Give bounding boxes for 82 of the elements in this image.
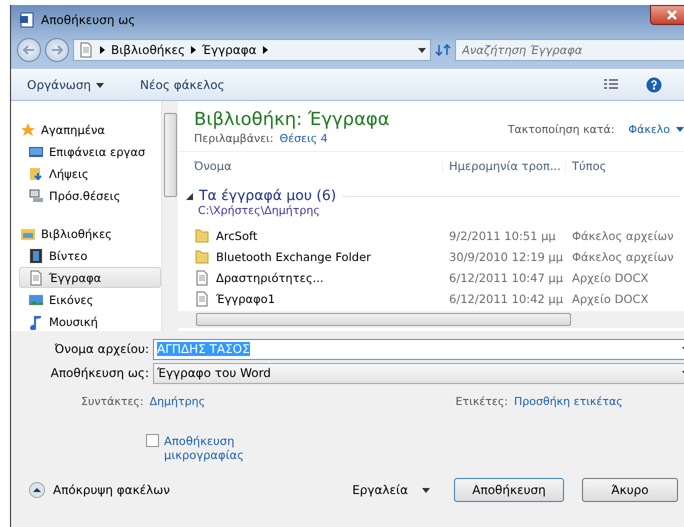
authors-link[interactable]: Δημήτρης (150, 395, 450, 408)
new-folder-button[interactable]: Νέος φάκελος (136, 76, 229, 94)
sidebar-item[interactable]: Λήψεις (19, 163, 161, 184)
file-name[interactable]: ArcSoft (178, 228, 443, 244)
help-icon[interactable] (646, 77, 662, 93)
sidebar-item[interactable]: Έγγραφα (19, 267, 161, 288)
file-name[interactable]: Bluetooth Exchange Folder (178, 248, 443, 264)
folder-path[interactable]: C:\Χρήστες\Δημήτρης (178, 204, 684, 217)
caret-icon (418, 48, 426, 52)
column-header[interactable]: Τύπος (566, 159, 684, 173)
sidebar-item[interactable]: Μουσική (19, 311, 161, 331)
sidebar-item[interactable]: Επιφάνεια εργασ (19, 141, 161, 162)
date-cell-text: 6/12/2011 10:42 μμ (448, 292, 564, 306)
address-bar[interactable]: Βιβλιοθήκες Έγγραφα (73, 39, 431, 61)
date-cell-text: 9/2/2011 10:51 μμ (448, 228, 557, 242)
group-title[interactable]: Τα έγγραφά μου (6) (199, 188, 336, 204)
locations-link[interactable]: Θέσεις 4 (279, 132, 328, 145)
star-icon (20, 122, 36, 138)
save-type-label: Αποθήκευση ως: (50, 366, 150, 380)
type-cell-text: Φάκελος αρχείων (571, 250, 675, 264)
sidebar-item[interactable]: Βίντεο (19, 245, 161, 266)
sidebar-group[interactable]: Αγαπημένα (19, 119, 161, 140)
forward-button[interactable] (45, 38, 69, 62)
music-note-icon (28, 314, 44, 330)
chevron-right-icon (191, 46, 196, 54)
computer-icon (28, 188, 44, 204)
arrow-right-icon (51, 45, 63, 55)
sidebar-group[interactable]: Βιβλιοθήκες (19, 223, 161, 244)
breadcrumb-item[interactable]: Έγγραφα (202, 43, 257, 57)
caret-icon (422, 488, 430, 492)
organize-button[interactable]: Οργάνωση (23, 76, 108, 94)
caret-icon (96, 82, 104, 88)
document-icon (194, 270, 210, 286)
save-type-dropdown[interactable]: Έγγραφο του Word (153, 362, 684, 384)
window-title: Αποθήκευση ως (41, 13, 136, 27)
arrange-label: Τακτοποίηση κατά: (508, 123, 614, 136)
column-header[interactable]: Ημερομηνία τροπ... (443, 159, 566, 173)
view-list-icon[interactable] (604, 79, 618, 91)
library-title: Βιβλιοθήκη: Έγγραφα (194, 109, 390, 130)
document-icon (28, 270, 44, 286)
type-cell-text: Φάκελος αρχείων (571, 228, 675, 242)
folder-download-icon (28, 166, 44, 182)
authors-label: Συντάκτες: (81, 395, 144, 408)
save-button[interactable]: Αποθήκευση (454, 478, 564, 502)
filename-label: Όνομα αρχείου: (54, 342, 150, 356)
thumbnail-label[interactable]: Αποθήκευση μικρογραφίας (164, 434, 254, 462)
document-icon (78, 42, 94, 58)
type-cell-text: Αρχείο DOCX (571, 292, 650, 306)
scrollbar[interactable] (161, 101, 178, 331)
close-icon (667, 10, 677, 20)
includes-label: Περιλαμβάνει: (194, 132, 274, 145)
word-document-icon (19, 12, 35, 28)
folder-icon (194, 248, 210, 264)
type-cell-text: Αρχείο DOCX (571, 270, 650, 284)
collapse-icon[interactable] (186, 192, 193, 200)
horizontal-scrollbar[interactable] (178, 311, 684, 328)
tags-label: Ετικέτες: (456, 395, 508, 408)
collapse-icon[interactable] (29, 482, 45, 498)
back-button[interactable] (17, 38, 41, 62)
cancel-button[interactable]: Άκυρο (582, 478, 678, 502)
file-name[interactable]: Δραστηριότητες... (178, 270, 443, 286)
chevron-right-icon (100, 46, 105, 54)
refresh-icon[interactable] (435, 43, 451, 57)
thumbnail-checkbox[interactable] (146, 434, 159, 447)
close-button[interactable] (650, 5, 684, 25)
file-name[interactable]: Έγγραφο1 (178, 290, 443, 306)
tags-link[interactable]: Προσθήκη ετικέτας (514, 395, 623, 408)
date-cell-text: 30/9/2010 12:19 μμ (448, 250, 564, 264)
folder-icon (194, 228, 210, 244)
sidebar-item[interactable]: Εικόνες (19, 289, 161, 310)
tools-button[interactable]: Εργαλεία (348, 481, 434, 499)
caret-icon (676, 127, 684, 132)
document-icon (194, 290, 210, 306)
chevron-right-icon (262, 46, 268, 54)
arrange-dropdown[interactable]: Φάκελο (628, 123, 684, 136)
breadcrumb-item[interactable]: Βιβλιοθήκες (111, 43, 186, 57)
hide-folders-button[interactable]: Απόκρυψη φακέλων (53, 481, 174, 499)
date-cell-text: 6/12/2011 10:47 μμ (448, 270, 564, 284)
column-header[interactable]: Όνομα (178, 159, 443, 173)
film-icon (28, 248, 44, 264)
arrow-left-icon (23, 45, 35, 55)
sidebar-item[interactable]: Πρόσ.θέσεις (19, 185, 161, 206)
